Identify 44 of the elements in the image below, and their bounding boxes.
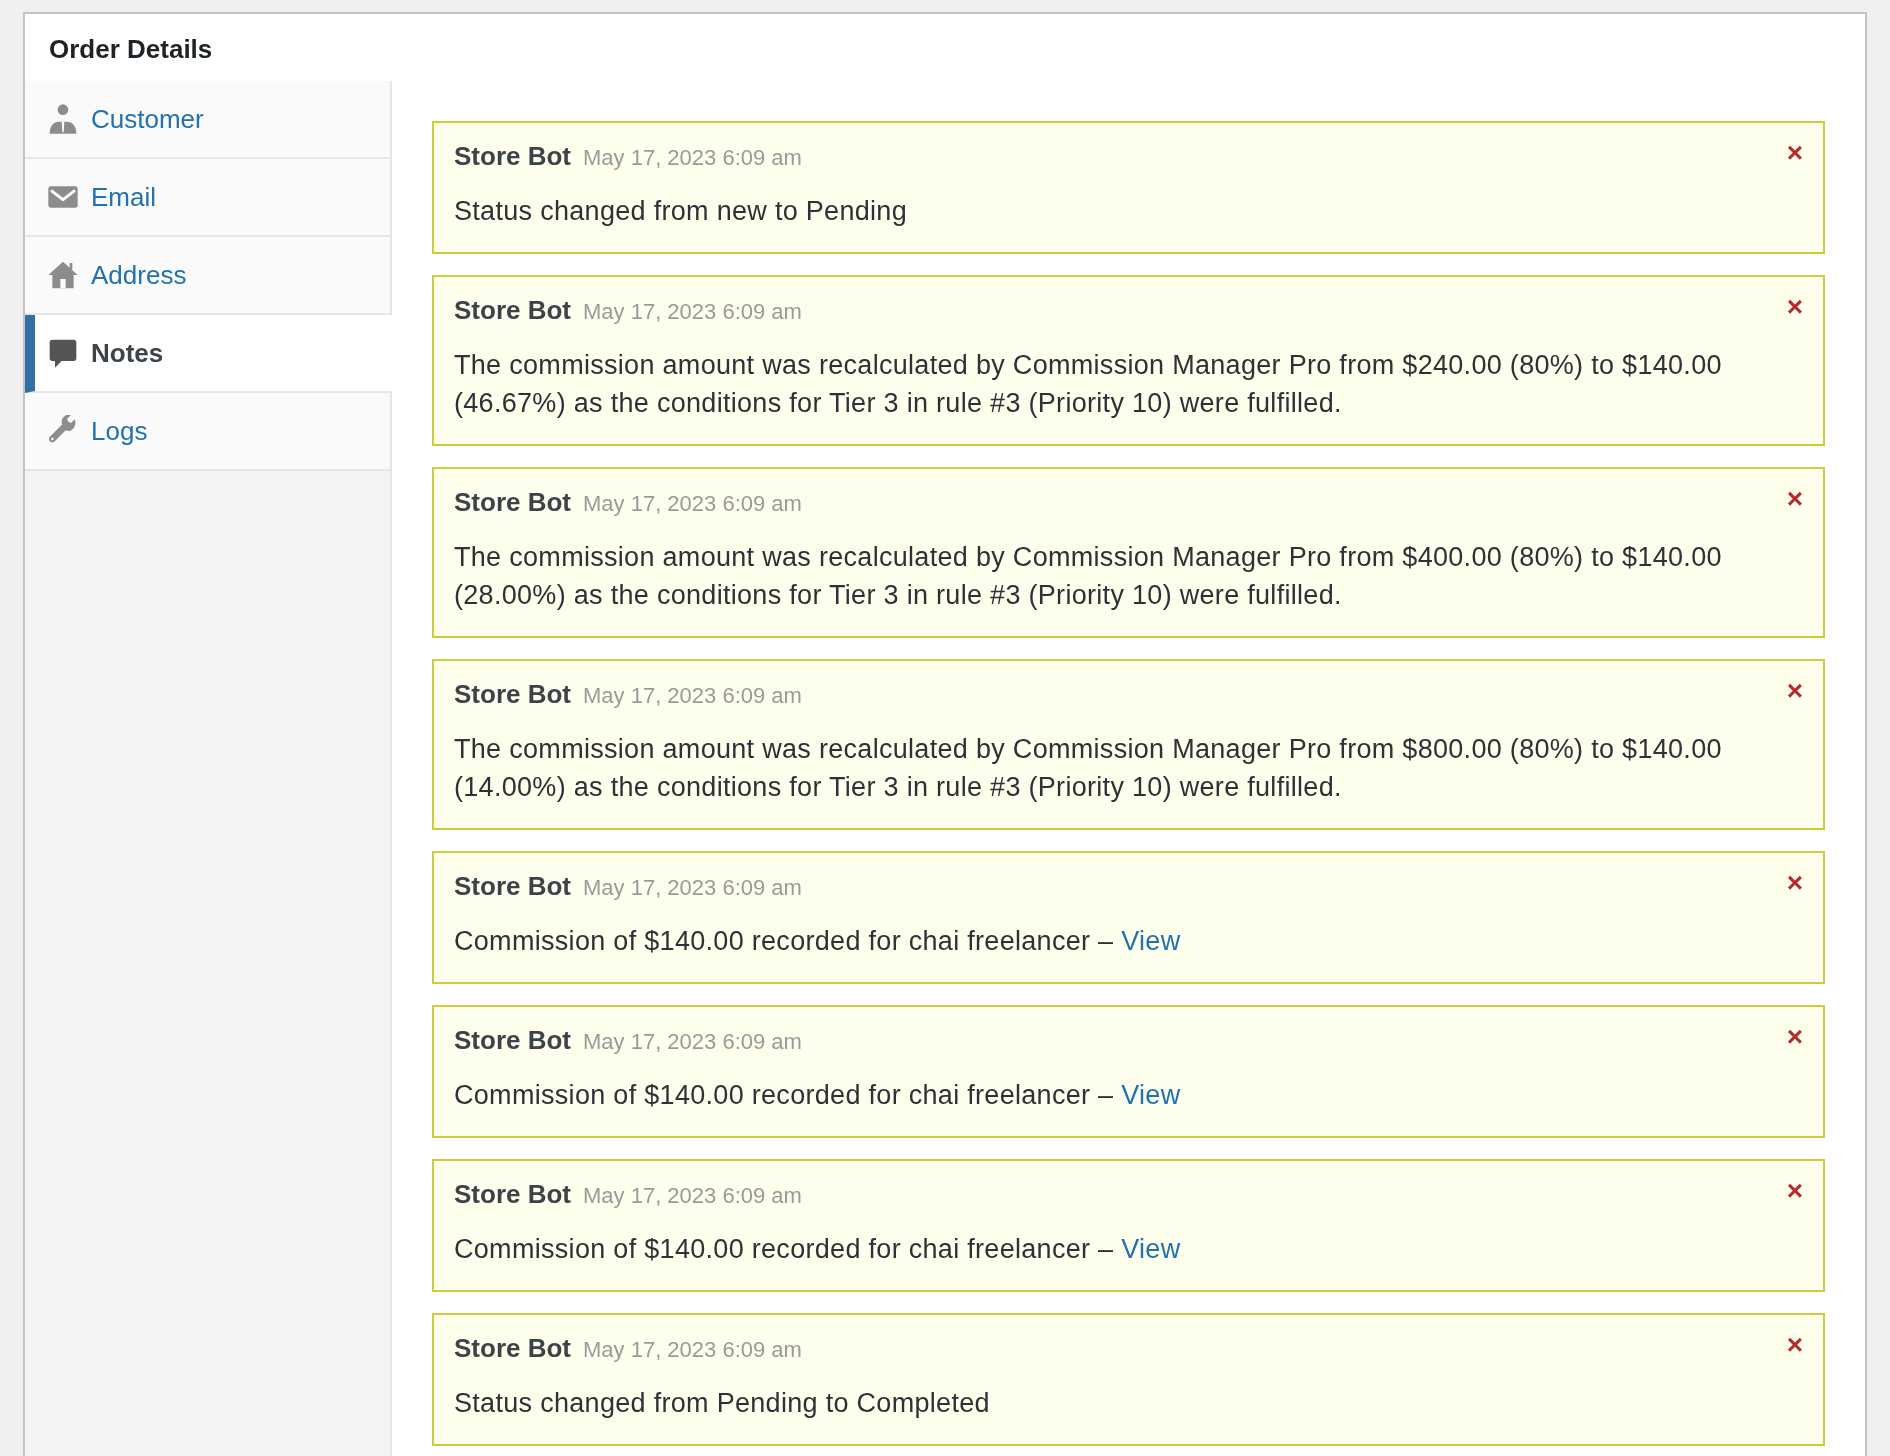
view-link[interactable]: View xyxy=(1121,1080,1181,1110)
view-link[interactable]: View xyxy=(1121,1234,1181,1264)
note-author: Store Bot xyxy=(454,295,571,326)
note-date: May 17, 2023 6:09 am xyxy=(583,145,802,171)
note-text: The commission amount was recalculated by Commission Manager Pro from $800.00 (80%) to $140.00 (14.00%) as the conditions for Tier 3 in rule #3 (Priority 10) were fulfilled. xyxy=(454,733,1723,804)
sidebar-tab[interactable]: Email xyxy=(25,159,390,237)
delete-note-button[interactable]: × xyxy=(1786,139,1803,167)
sidebar-tab[interactable]: Customer xyxy=(25,81,390,159)
sidebar-tab[interactable]: Address xyxy=(25,237,390,315)
note-text: Commission of $140.00 recorded for chai freelancer – View xyxy=(454,1079,1182,1112)
delete-note-button[interactable]: × xyxy=(1786,1023,1803,1051)
speech-bubble-icon xyxy=(47,337,79,369)
panel-title: Order Details xyxy=(48,33,214,66)
note-author: Store Bot xyxy=(454,1025,571,1056)
note-date: May 17, 2023 6:09 am xyxy=(583,875,802,901)
note-author: Store Bot xyxy=(454,679,571,710)
sidebar-tab[interactable]: Logs xyxy=(25,393,390,471)
note-author: Store Bot xyxy=(454,1179,571,1210)
note-date: May 17, 2023 6:09 am xyxy=(583,299,802,325)
note-date: May 17, 2023 6:09 am xyxy=(583,1337,802,1363)
delete-note-button[interactable]: × xyxy=(1786,869,1803,897)
sidebar-tab[interactable]: Notes xyxy=(25,315,392,393)
delete-note-button[interactable]: × xyxy=(1786,1331,1803,1359)
note-text: Commission of $140.00 recorded for chai freelancer – View xyxy=(454,925,1182,958)
note-date: May 17, 2023 6:09 am xyxy=(583,1029,802,1055)
delete-note-button[interactable]: × xyxy=(1786,1177,1803,1205)
delete-note-button[interactable]: × xyxy=(1786,677,1803,705)
note-date: May 17, 2023 6:09 am xyxy=(583,1183,802,1209)
note-text: Status changed from Pending to Completed xyxy=(454,1387,991,1420)
person-icon xyxy=(47,103,79,135)
delete-note-button[interactable]: × xyxy=(1786,293,1803,321)
note-author: Store Bot xyxy=(454,141,571,172)
note-text: The commission amount was recalculated by Commission Manager Pro from $400.00 (80%) to $140.00 (28.00%) as the conditions for Tier 3 in rule #3 (Priority 10) were fulfilled. xyxy=(454,541,1723,612)
note-text: The commission amount was recalculated by Commission Manager Pro from $240.00 (80%) to $140.00 (46.67%) as the conditions for Tier 3 in rule #3 (Priority 10) were fulfilled. xyxy=(454,349,1723,420)
delete-note-button[interactable]: × xyxy=(1786,485,1803,513)
note-text: Commission of $140.00 recorded for chai freelancer – View xyxy=(454,1233,1182,1266)
note-date: May 17, 2023 6:09 am xyxy=(583,491,802,517)
note-author: Store Bot xyxy=(454,871,571,902)
note-date: May 17, 2023 6:09 am xyxy=(583,683,802,709)
note-author: Store Bot xyxy=(454,1333,571,1364)
house-icon xyxy=(47,259,79,291)
view-link[interactable]: View xyxy=(1121,926,1181,956)
note-author: Store Bot xyxy=(454,487,571,518)
note-text: Status changed from new to Pending xyxy=(454,195,908,228)
